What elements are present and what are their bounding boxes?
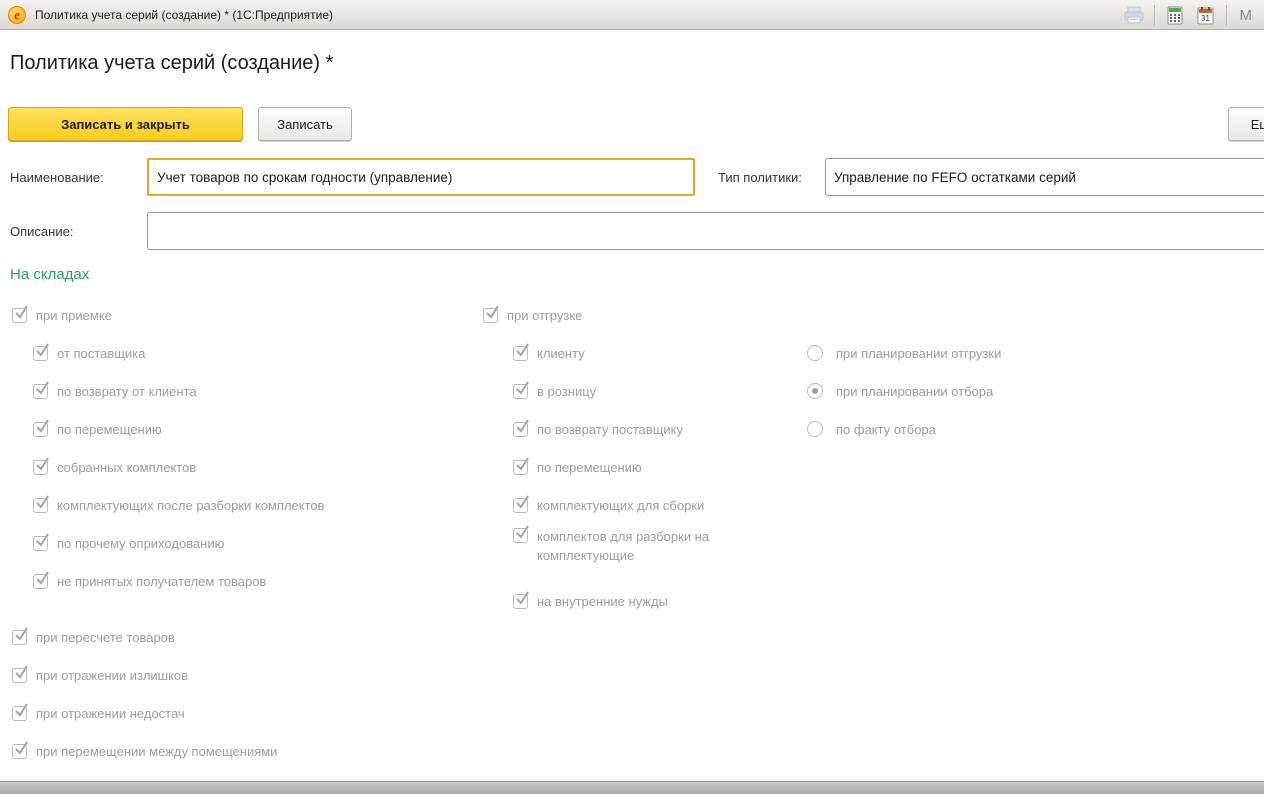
app-window: е Политика учета серий (создание) * (1С:… <box>0 0 1264 794</box>
checkbox-label: комплектующих для сборки <box>537 498 704 513</box>
surplus-row: при отражении излишков <box>12 656 325 694</box>
shortage-row: при отражении недостач <box>12 694 325 732</box>
checkbox-label: комплектов для разборки на комплектующие <box>537 527 769 565</box>
checkbox-label: при отгрузке <box>507 308 582 323</box>
retail-row: в розницу <box>513 372 783 410</box>
print-icon[interactable] <box>1123 3 1145 27</box>
checkbox-label: от поставщика <box>57 346 145 361</box>
shipment-checkbox[interactable] <box>483 308 498 323</box>
calendar-icon[interactable]: 31 <box>1195 3 1217 27</box>
main-menu-icon[interactable]: M <box>1236 7 1257 24</box>
shipment-column: при отгрузке клиенту в розницу по возвра… <box>483 296 783 620</box>
radio-label: при планировании отгрузки <box>836 346 1001 361</box>
move-between-premises-checkbox[interactable] <box>12 744 27 759</box>
other-posting-row: по прочему оприходованию <box>33 524 325 562</box>
more-button[interactable]: Еще <box>1228 107 1264 141</box>
titlebar-separator <box>1154 5 1155 25</box>
internal-needs-checkbox[interactable] <box>513 594 528 609</box>
other-posting-checkbox[interactable] <box>33 536 48 551</box>
components-for-assembly-checkbox[interactable] <box>513 498 528 513</box>
save-button[interactable]: Записать <box>258 107 352 141</box>
checkbox-label: клиенту <box>537 346 585 361</box>
client-return-row: по возврату от клиента <box>33 372 325 410</box>
to-client-row: клиенту <box>513 334 783 372</box>
transfer-in-checkbox[interactable] <box>33 422 48 437</box>
transfer-out-row: по перемещению <box>513 448 783 486</box>
plan-shipment-radio[interactable] <box>807 345 823 361</box>
policy-type-input[interactable] <box>825 158 1264 196</box>
page-title: Политика учета серий (создание) * <box>10 52 333 75</box>
checkbox-label: по перемещению <box>57 422 162 437</box>
radio-label: при планировании отбора <box>836 384 993 399</box>
assembled-kits-row: собранных комплектов <box>33 448 325 486</box>
transfer-out-checkbox[interactable] <box>513 460 528 475</box>
save-and-close-button[interactable]: Записать и закрыть <box>8 107 243 141</box>
plan-shipment-radio-row: при планировании отгрузки <box>807 334 1001 372</box>
description-label: Описание: <box>10 212 73 250</box>
retail-checkbox[interactable] <box>513 384 528 399</box>
supplier-return-checkbox[interactable] <box>513 422 528 437</box>
shipment-checkbox-row: при отгрузке <box>483 296 783 334</box>
components-after-disassembly-row: комплектующих после разборки комплектов <box>33 486 325 524</box>
name-input[interactable] <box>147 158 695 196</box>
checkbox-label: не принятых получателем товаров <box>57 574 266 589</box>
checkbox-label: при перемещении между помещениями <box>36 744 277 759</box>
titlebar-separator <box>1226 5 1227 25</box>
radio-label: по факту отбора <box>836 422 936 437</box>
checkbox-label: по возврату от клиента <box>57 384 197 399</box>
policy-type-label: Тип политики: <box>718 158 802 196</box>
components-for-assembly-row: комплектующих для сборки <box>513 486 783 524</box>
window-title: Политика учета серий (создание) * (1С:Пр… <box>35 8 333 22</box>
checkbox-label: при отражении излишков <box>36 668 188 683</box>
recount-row: при пересчете товаров <box>12 618 325 656</box>
move-between-premises-row: при перемещении между помещениями <box>12 732 325 770</box>
supplier-return-row: по возврату поставщику <box>513 410 783 448</box>
receipt-column: при приемке от поставщика по возврату от… <box>12 296 325 770</box>
from-supplier-row: от поставщика <box>33 334 325 372</box>
internal-needs-row: на внутренние нужды <box>513 582 783 620</box>
to-client-checkbox[interactable] <box>513 346 528 361</box>
components-after-disassembly-checkbox[interactable] <box>33 498 48 513</box>
1c-app-icon: е <box>8 6 26 24</box>
fact-picking-radio-row: по факту отбора <box>807 410 1001 448</box>
name-field-label: Наименование: <box>10 158 104 196</box>
receipt-checkbox[interactable] <box>12 308 27 323</box>
recount-checkbox[interactable] <box>12 630 27 645</box>
plan-picking-radio[interactable] <box>807 383 823 399</box>
warehouses-section-title: На складах <box>10 266 89 283</box>
transfer-in-row: по перемещению <box>33 410 325 448</box>
surplus-checkbox[interactable] <box>12 668 27 683</box>
calculator-icon[interactable] <box>1164 3 1186 27</box>
checkbox-label: на внутренние нужды <box>537 594 668 609</box>
kits-for-disassembly-checkbox[interactable] <box>513 528 528 543</box>
plan-picking-radio-row: при планировании отбора <box>807 372 1001 410</box>
checkbox-label: при отражении недостач <box>36 706 185 721</box>
checkbox-label: комплектующих после разборки комплектов <box>57 498 325 513</box>
checkbox-label: собранных комплектов <box>57 460 196 475</box>
kits-for-disassembly-row: комплектов для разборки на комплектующие <box>513 524 783 582</box>
picking-options-column: при планировании отгрузки при планирован… <box>807 334 1001 448</box>
assembled-kits-checkbox[interactable] <box>33 460 48 475</box>
from-supplier-checkbox[interactable] <box>33 346 48 361</box>
receipt-checkbox-row: при приемке <box>12 296 325 334</box>
checkbox-label: по возврату поставщику <box>537 422 683 437</box>
shortage-checkbox[interactable] <box>12 706 27 721</box>
checkbox-label: по перемещению <box>537 460 642 475</box>
calendar-day-number: 31 <box>1201 14 1210 23</box>
not-accepted-goods-row: не принятых получателем товаров <box>33 562 325 600</box>
checkbox-label: в розницу <box>537 384 596 399</box>
title-bar: е Политика учета серий (создание) * (1С:… <box>0 0 1264 30</box>
client-return-checkbox[interactable] <box>33 384 48 399</box>
fact-picking-radio[interactable] <box>807 421 823 437</box>
window-bottom-frame <box>0 781 1264 794</box>
checkbox-label: по прочему оприходованию <box>57 536 224 551</box>
checkbox-label: при пересчете товаров <box>36 630 175 645</box>
checkbox-label: при приемке <box>36 308 112 323</box>
not-accepted-goods-checkbox[interactable] <box>33 574 48 589</box>
description-input[interactable] <box>147 212 1264 250</box>
